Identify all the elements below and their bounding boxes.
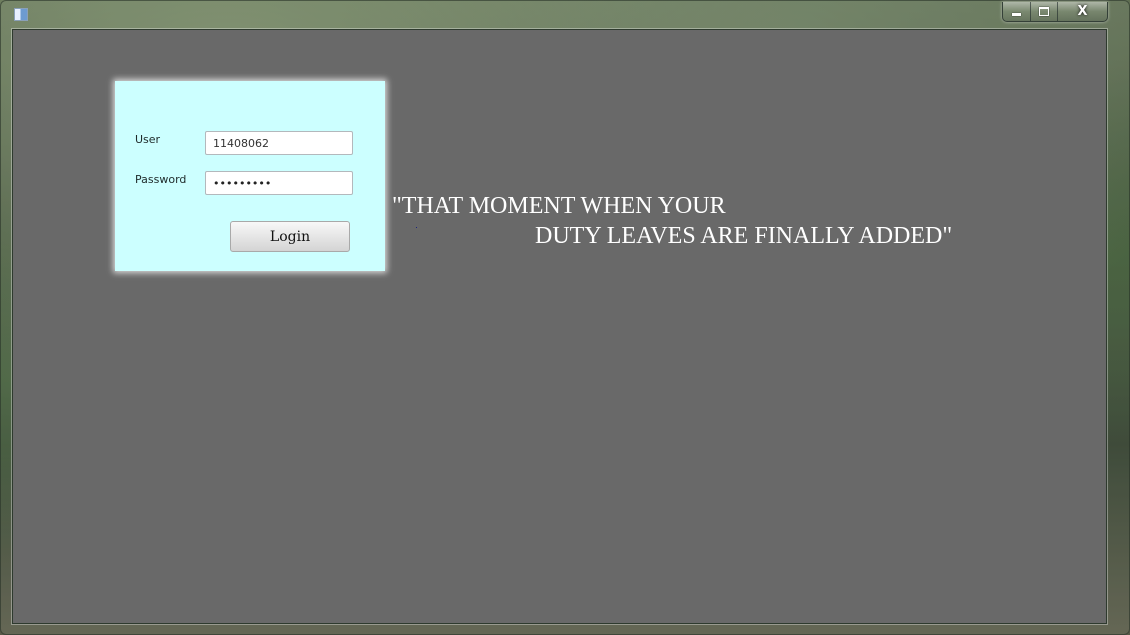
window-caption-buttons: X (1002, 2, 1108, 22)
minimize-icon (1012, 13, 1021, 16)
minimize-button[interactable] (1003, 2, 1031, 21)
main-content-area: User Password Login "THAT MOMENT WHEN YO… (12, 29, 1107, 624)
password-label: Password (135, 173, 187, 186)
stray-dot (416, 227, 417, 228)
user-input[interactable] (205, 131, 353, 155)
user-label: User (135, 133, 161, 146)
maximize-button[interactable] (1031, 2, 1058, 21)
quote-line-1: "THAT MOMENT WHEN YOUR (392, 193, 726, 219)
app-window-icon[interactable] (14, 8, 28, 21)
app-window: X User Password Login "THAT MOMENT WHEN … (0, 0, 1130, 635)
login-button[interactable]: Login (230, 221, 350, 252)
close-icon: X (1077, 4, 1088, 19)
password-input[interactable] (205, 171, 353, 195)
login-panel: User Password Login (115, 81, 385, 271)
quote-line-2: DUTY LEAVES ARE FINALLY ADDED" (535, 223, 953, 249)
close-button[interactable]: X (1058, 2, 1107, 21)
maximize-icon (1039, 7, 1049, 16)
